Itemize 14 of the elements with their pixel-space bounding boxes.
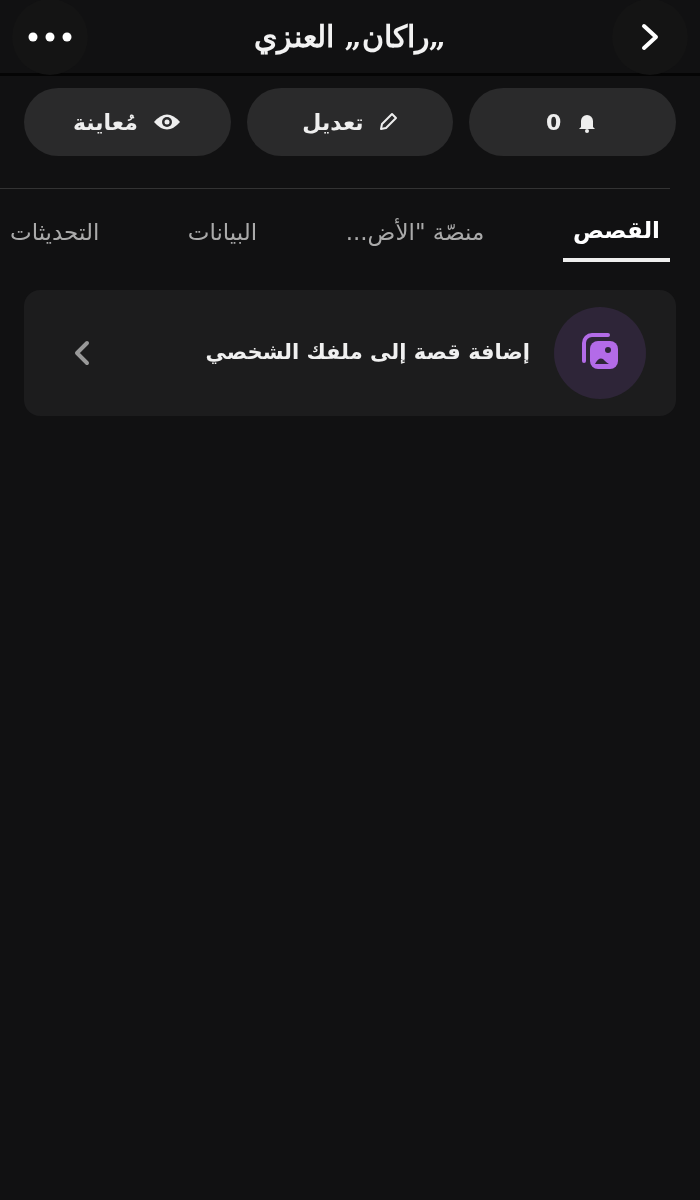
profile-title: „راكان„ العنزي	[254, 18, 446, 57]
tab[interactable]: القصص	[562, 205, 670, 262]
pencil-icon	[377, 112, 398, 132]
tab[interactable]: البيانات	[177, 205, 268, 262]
add-story-label: إضافة قصة إلى ملفك الشخصي	[205, 338, 530, 366]
notifications-button[interactable]: 0	[469, 88, 676, 156]
tab[interactable]: التحديثات	[0, 205, 110, 262]
add-story-card[interactable]: إضافة قصة إلى ملفك الشخصي	[24, 289, 676, 416]
chevron-icon	[74, 339, 90, 366]
chevron-icon	[639, 21, 661, 52]
more-icon	[28, 31, 72, 42]
edit-button[interactable]: تعديل	[246, 88, 454, 156]
preview-button[interactable]: مُعاينة	[24, 88, 231, 156]
tab[interactable]: منصّة "الأض...	[335, 205, 495, 262]
